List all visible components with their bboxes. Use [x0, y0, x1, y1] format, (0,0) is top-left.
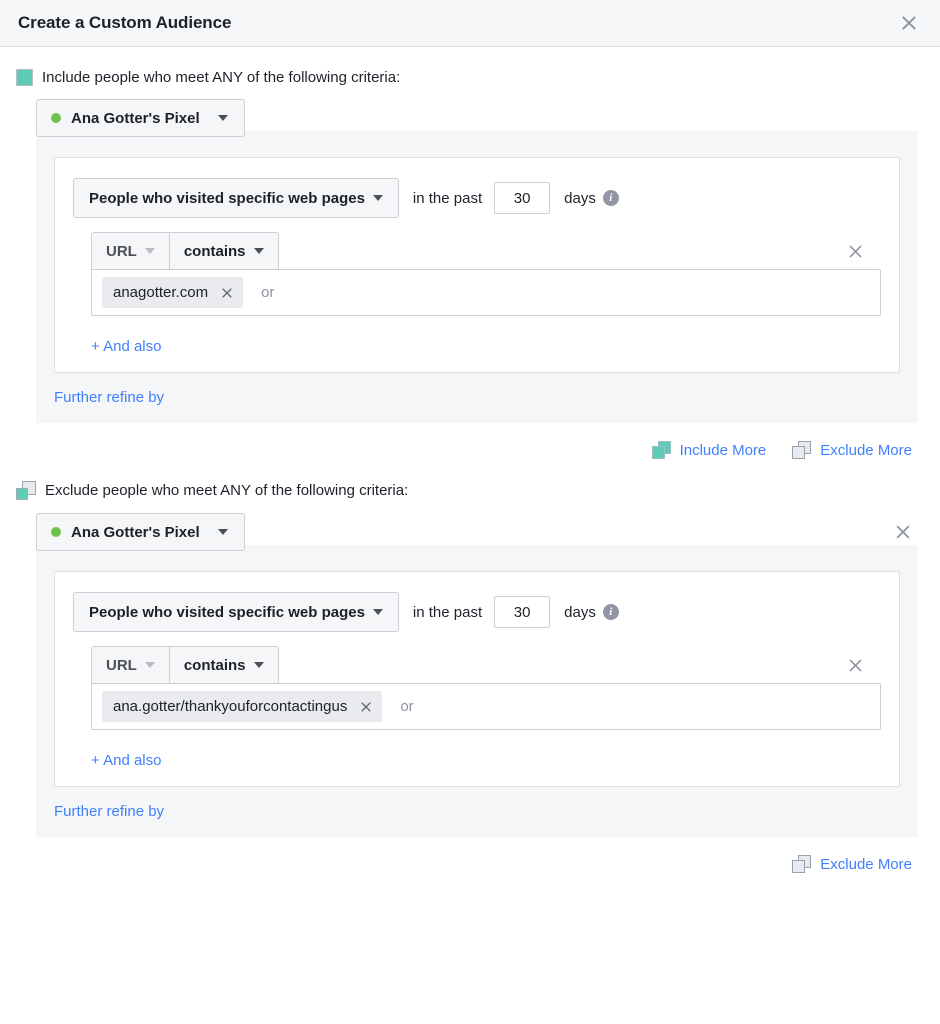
url-token: ana.gotter/thankyouforcontactingus	[102, 691, 383, 722]
exclude-more-icon	[792, 855, 812, 873]
further-refine-link[interactable]: Further refine by	[54, 803, 164, 820]
remove-exclude-section-button[interactable]	[890, 519, 916, 545]
url-field-label: URL	[106, 656, 137, 674]
page-title: Create a Custom Audience	[18, 13, 232, 32]
pixel-source-dropdown[interactable]: Ana Gotter's Pixel	[36, 513, 245, 551]
include-filter-row: URL contains	[73, 232, 881, 270]
include-section-heading: Include people who meet ANY of the follo…	[14, 47, 926, 99]
exclude-rule-card: People who visited specific web pages in…	[54, 571, 900, 787]
in-the-past-label: in the past	[412, 189, 483, 207]
green-status-dot	[51, 113, 61, 123]
remove-filter-button[interactable]	[843, 239, 867, 263]
green-status-dot	[51, 527, 61, 537]
exclude-pixel-row: Ana Gotter's Pixel	[14, 513, 926, 551]
url-token-input[interactable]: ana.gotter/thankyouforcontactingus or	[91, 683, 881, 730]
chevron-down-icon	[372, 195, 383, 201]
in-the-past-label: in the past	[412, 603, 483, 621]
include-section-heading-label: Include people who meet ANY of the follo…	[42, 69, 401, 86]
info-icon[interactable]: i	[602, 604, 619, 620]
include-rule-line: People who visited specific web pages in…	[73, 178, 881, 218]
days-label: days	[564, 189, 596, 207]
url-token: anagotter.com	[102, 277, 244, 308]
include-exclude-action-row: Include More Exclude More	[14, 423, 926, 459]
chevron-down-icon	[144, 662, 155, 668]
include-more-button[interactable]: Include More	[651, 441, 767, 459]
chevron-down-icon	[372, 609, 383, 615]
pixel-source-dropdown[interactable]: Ana Gotter's Pixel	[36, 99, 245, 137]
include-more-label: Include More	[679, 441, 767, 459]
include-more-icon	[651, 441, 671, 459]
days-label: days	[564, 603, 596, 621]
create-custom-audience-dialog: Create a Custom Audience Include people …	[0, 0, 940, 1024]
exclude-section-heading: Exclude people who meet ANY of the follo…	[14, 459, 926, 513]
include-criteria-panel: People who visited specific web pages in…	[36, 131, 918, 423]
or-placeholder: or	[400, 698, 414, 715]
bottom-action-row: Exclude More	[14, 837, 926, 873]
exclude-square-icon	[16, 481, 36, 500]
or-placeholder: or	[261, 284, 275, 301]
exclude-more-button[interactable]: Exclude More	[792, 855, 912, 873]
include-section: Include people who meet ANY of the follo…	[14, 47, 926, 423]
close-icon[interactable]	[896, 10, 922, 36]
exclude-rule-line: People who visited specific web pages in…	[73, 592, 881, 632]
exclude-more-label: Exclude More	[820, 855, 912, 873]
event-type-dropdown[interactable]: People who visited specific web pages	[73, 178, 399, 218]
dialog-header: Create a Custom Audience	[0, 0, 940, 47]
url-field-label: URL	[106, 242, 137, 260]
event-type-label: People who visited specific web pages	[89, 189, 365, 207]
pixel-source-label: Ana Gotter's Pixel	[71, 523, 200, 541]
url-field-dropdown[interactable]: URL	[91, 646, 169, 684]
event-type-dropdown[interactable]: People who visited specific web pages	[73, 592, 399, 632]
info-icon[interactable]: i	[602, 190, 619, 206]
chevron-down-icon	[217, 115, 228, 121]
include-pixel-row: Ana Gotter's Pixel	[14, 99, 926, 137]
include-rule-card: People who visited specific web pages in…	[54, 157, 900, 373]
url-field-dropdown[interactable]: URL	[91, 232, 169, 270]
and-also-link[interactable]: + And also	[91, 338, 161, 355]
exclude-filter-row: URL contains	[73, 646, 881, 684]
retention-days-input[interactable]	[494, 182, 551, 214]
operator-label: contains	[183, 242, 246, 260]
exclude-section: Exclude people who meet ANY of the follo…	[14, 459, 926, 837]
include-square-icon	[16, 69, 33, 86]
operator-label: contains	[183, 656, 246, 674]
retention-days-input[interactable]	[494, 596, 551, 628]
url-token-input[interactable]: anagotter.com or	[91, 269, 881, 316]
pixel-source-label: Ana Gotter's Pixel	[71, 109, 200, 127]
chevron-down-icon	[253, 662, 264, 668]
further-refine-link[interactable]: Further refine by	[54, 389, 164, 406]
remove-filter-button[interactable]	[843, 653, 867, 677]
dialog-body: Include people who meet ANY of the follo…	[0, 47, 940, 873]
operator-dropdown[interactable]: contains	[168, 646, 279, 684]
operator-dropdown[interactable]: contains	[168, 232, 279, 270]
chevron-down-icon	[217, 529, 228, 535]
exclude-more-label: Exclude More	[820, 441, 912, 459]
exclude-section-heading-label: Exclude people who meet ANY of the follo…	[45, 482, 409, 499]
remove-token-icon[interactable]	[220, 286, 234, 300]
chevron-down-icon	[253, 248, 264, 254]
url-token-label: anagotter.com	[113, 284, 209, 301]
url-token-label: ana.gotter/thankyouforcontactingus	[113, 698, 348, 715]
chevron-down-icon	[144, 248, 155, 254]
exclude-more-button[interactable]: Exclude More	[792, 441, 912, 459]
exclude-more-icon	[792, 441, 812, 459]
and-also-link[interactable]: + And also	[91, 752, 161, 769]
event-type-label: People who visited specific web pages	[89, 603, 365, 621]
remove-token-icon[interactable]	[359, 700, 373, 714]
exclude-criteria-panel: People who visited specific web pages in…	[36, 545, 918, 837]
